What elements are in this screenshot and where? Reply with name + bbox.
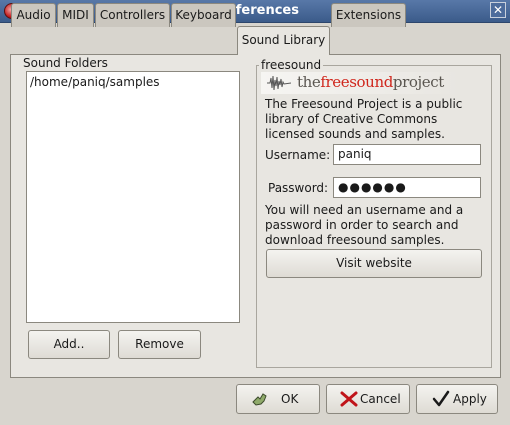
add-button-label: Add.. [53,337,85,351]
add-folder-button[interactable]: Add.. [28,330,110,359]
cancel-x-icon [340,391,358,407]
freesound-description: The Freesound Project is a public librar… [265,97,463,141]
cancel-button[interactable]: Cancel [326,384,410,414]
tab-label: MIDI [62,8,89,22]
tab-label: Sound Library [241,33,326,47]
tab-label: Keyboard [175,8,232,22]
remove-button-label: Remove [135,337,184,351]
tab-audio[interactable]: Audio [11,3,56,27]
remove-folder-button[interactable]: Remove [118,330,201,359]
logo-wordmark: thefreesoundproject [297,73,444,91]
apply-label: Apply [453,392,487,406]
checkmark-icon [432,390,450,407]
ok-hand-icon [252,393,267,406]
username-label: Username: [265,148,331,162]
visit-website-button[interactable]: Visit website [266,249,482,278]
tab-keyboard[interactable]: Keyboard [171,3,236,27]
sound-folders-label: Sound Folders [21,56,110,70]
list-item[interactable]: /home/paniq/samples [27,72,239,89]
waveform-icon [267,75,291,91]
tab-label: Extensions [335,8,402,22]
tab-sound-library[interactable]: Sound Library [237,26,330,55]
cancel-label: Cancel [360,392,401,406]
visit-button-label: Visit website [336,256,412,270]
tab-label: Controllers [99,8,166,22]
logo-suffix: project [392,73,444,91]
password-field[interactable]: ●●●●●● [333,177,481,198]
close-button[interactable]: ✕ [490,2,506,18]
ok-label: OK [281,392,299,406]
tab-controllers[interactable]: Controllers [95,3,170,27]
freesound-label: freesound [259,58,324,72]
apply-button[interactable]: Apply [416,384,498,414]
password-label: Password: [268,181,329,195]
logo-prefix: the [297,73,321,91]
username-field[interactable]: paniq [333,144,481,165]
freesound-logo: thefreesoundproject [261,72,459,94]
tab-extensions[interactable]: Extensions [331,3,406,27]
tab-midi[interactable]: MIDI [57,3,94,27]
sound-folders-list[interactable]: /home/paniq/samples [26,71,240,323]
logo-highlight: freesound [320,73,393,91]
freesound-note: You will need an username and a password… [265,203,464,247]
tab-label: Audio [16,8,51,22]
ok-button[interactable]: OK [236,384,320,414]
